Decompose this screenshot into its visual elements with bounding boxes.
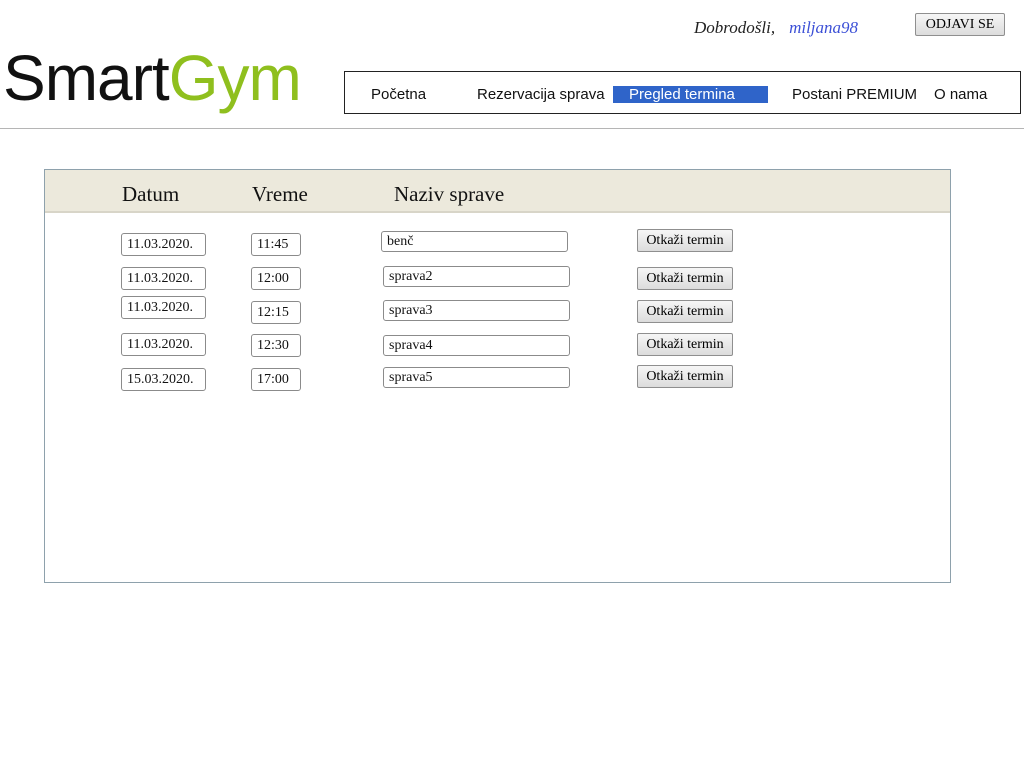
appointment-time-field[interactable]: 12:15 [251, 301, 301, 324]
logout-button[interactable]: ODJAVI SE [915, 13, 1005, 36]
page: Dobrodošli, miljana98 ODJAVI SE SmartGym … [0, 0, 1024, 768]
appointment-date-field[interactable]: 15.03.2020. [121, 368, 206, 391]
appointment-time-field[interactable]: 12:30 [251, 334, 301, 357]
logo-text-gym: Gym [168, 42, 302, 114]
appointment-time-field[interactable]: 17:00 [251, 368, 301, 391]
main-navigation: Početna Rezervacija sprava Pregled termi… [344, 71, 1021, 114]
appointment-date-field[interactable]: 11.03.2020. [121, 233, 206, 256]
nav-item-postani-premium[interactable]: Postani PREMIUM [792, 86, 917, 103]
username: miljana98 [789, 18, 859, 37]
nav-item-pregled-termina[interactable]: Pregled termina [613, 86, 768, 103]
column-header-date: Datum [122, 182, 180, 206]
appointment-device-field[interactable]: sprava3 [383, 300, 570, 321]
appointment-time-field[interactable]: 11:45 [251, 233, 301, 256]
appointment-date-field[interactable]: 11.03.2020. [121, 267, 206, 290]
cancel-appointment-button[interactable]: Otkaži termin [637, 365, 733, 388]
welcome-message: Dobrodošli, miljana98 [694, 18, 858, 38]
nav-item-pocetna[interactable]: Početna [371, 86, 426, 103]
appointment-device-field[interactable]: benč [381, 231, 568, 252]
nav-item-rezervacija-sprava[interactable]: Rezervacija sprava [477, 86, 605, 103]
cancel-appointment-button[interactable]: Otkaži termin [637, 229, 733, 252]
column-header-device: Naziv sprave [394, 182, 505, 206]
appointment-time-field[interactable]: 12:00 [251, 267, 301, 290]
column-header-time: Vreme [252, 182, 308, 206]
logo-text-smart: Smart [3, 42, 170, 114]
smartgym-logo[interactable]: SmartGym [3, 46, 302, 110]
appointment-device-field[interactable]: sprava2 [383, 266, 570, 287]
appointment-date-field[interactable]: 11.03.2020. [121, 296, 206, 319]
appointment-device-field[interactable]: sprava4 [383, 335, 570, 356]
nav-item-o-nama[interactable]: O nama [934, 86, 987, 103]
appointment-date-field[interactable]: 11.03.2020. [121, 333, 206, 356]
cancel-appointment-button[interactable]: Otkaži termin [637, 300, 733, 323]
welcome-text: Dobrodošli, [694, 18, 776, 37]
header-divider [0, 128, 1024, 129]
cancel-appointment-button[interactable]: Otkaži termin [637, 267, 733, 290]
cancel-appointment-button[interactable]: Otkaži termin [637, 333, 733, 356]
appointments-table-header: Datum Vreme Naziv sprave [45, 170, 950, 213]
appointments-panel: Datum Vreme Naziv sprave 11.03.2020. 11:… [44, 169, 951, 583]
appointment-device-field[interactable]: sprava5 [383, 367, 570, 388]
